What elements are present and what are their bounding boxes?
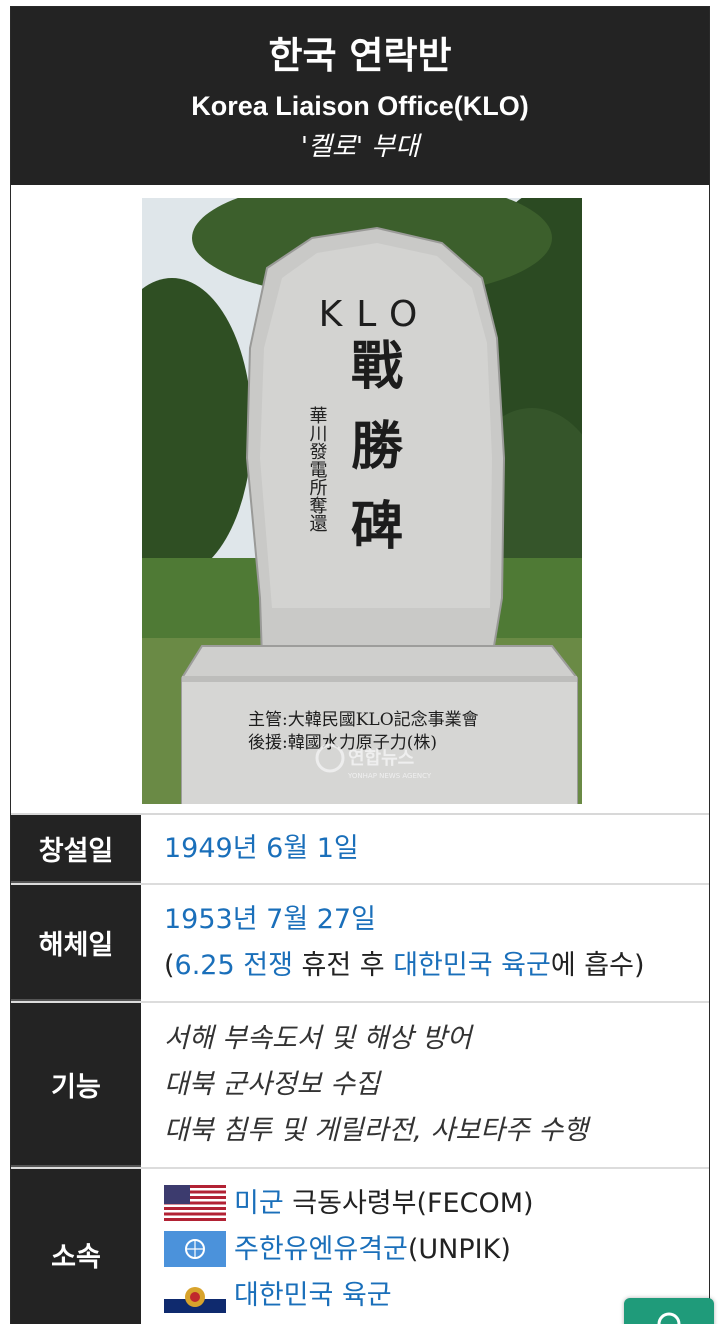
stone-char-1: 戰 [351,336,403,397]
dissolved-date-link[interactable]: 1953년 7월 27일 [164,904,376,935]
plaque-line-1: 主管:大韓民國KLO記念事業會 [248,709,479,730]
dissolved-note-open: ( [164,950,175,981]
memorial-photo-graphic: KLO 戰 勝 碑 華川發電所奪還 主管:大韓民國KLO記念事業會 後援:韓國水… [142,198,582,804]
row-dissolved-value: 1953년 7월 27일 (6.25 전쟁 휴전 후 대한민국 육군에 흡수) [164,885,701,1001]
function-item: 대북 침투 및 게릴라전, 사보타주 수행 [164,1115,589,1146]
rok-army-affiliation-link[interactable]: 대한민국 육군 [234,1280,392,1311]
photo-watermark-sub: YONHAP NEWS AGENCY [347,772,432,780]
unpik-link[interactable]: 주한유엔유격군 [234,1234,408,1265]
affiliation-item: 주한유엔유격군(UNPIK) [164,1227,701,1273]
floating-action-button[interactable] [624,1298,714,1324]
rok-army-flag-icon [164,1276,226,1313]
row-affiliation-value: 미군 극동사령부(FECOM) 주한유엔유격군(UNPIK) 대한민국 육군 [164,1169,701,1324]
infobox: 한국 연락반 Korea Liaison Office(KLO) '켈로' 부대 [10,6,710,1324]
affiliation-item: 미군 극동사령부(FECOM) [164,1181,701,1227]
function-item: 서해 부속도서 및 해상 방어 [164,1023,472,1054]
dissolved-note-mid: 휴전 후 [292,950,394,981]
affiliation-item: 대한민국 육군 [164,1273,701,1319]
korean-war-link[interactable]: 6.25 전쟁 [175,950,293,981]
stone-klo-text: KLO [319,294,432,335]
function-item: 대북 군사정보 수집 [164,1069,380,1100]
rok-army-link[interactable]: 대한민국 육군 [393,950,551,981]
usa-flag-icon [164,1184,226,1221]
infobox-subtitle: Korea Liaison Office(KLO) [191,91,529,121]
row-affiliation-label: 소속 [11,1169,141,1324]
row-founded-value: 1949년 6월 1일 [164,815,701,883]
memorial-photo[interactable]: KLO 戰 勝 碑 華川發電所奪還 主管:大韓民國KLO記念事業會 後援:韓國水… [142,198,582,804]
infobox-header: 한국 연락반 Korea Liaison Office(KLO) '켈로' 부대 [11,7,709,185]
affiliation-text: 극동사령부(FECOM) [283,1188,534,1219]
row-affiliation: 소속 미군 극동사령부(FECOM) 주한유엔유격군(UNPIK) 대한민국 육… [11,1169,709,1324]
affiliation-text: (UNPIK) [407,1234,511,1265]
us-army-link[interactable]: 미군 [234,1188,284,1219]
dissolved-note-end: 에 흡수) [550,950,645,981]
row-dissolved-label: 해체일 [11,885,141,1001]
stone-char-3: 碑 [351,496,403,557]
photo-watermark: 연합뉴스 [348,747,414,769]
founded-date-link[interactable]: 1949년 6월 1일 [164,833,359,864]
row-founded: 창설일 1949년 6월 1일 [11,815,709,885]
row-dissolved: 해체일 1953년 7월 27일 (6.25 전쟁 휴전 후 대한민국 육군에 … [11,885,709,1003]
photo-cell: KLO 戰 勝 碑 華川發電所奪還 主管:大韓民國KLO記念事業會 後援:韓國水… [11,185,709,815]
infobox-alias: '켈로' 부대 [300,132,420,162]
settings-icon [657,1312,681,1324]
row-function-label: 기능 [11,1003,141,1167]
un-flag-icon [164,1230,226,1267]
row-function-value: 서해 부속도서 및 해상 방어 대북 군사정보 수집 대북 침투 및 게릴라전,… [164,1003,701,1167]
row-founded-label: 창설일 [11,815,141,883]
stone-char-2: 勝 [351,416,404,477]
infobox-title: 한국 연락반 [268,34,452,77]
stone-side-text: 華川發電所奪還 [307,406,328,532]
row-function: 기능 서해 부속도서 및 해상 방어 대북 군사정보 수집 대북 침투 및 게릴… [11,1003,709,1169]
